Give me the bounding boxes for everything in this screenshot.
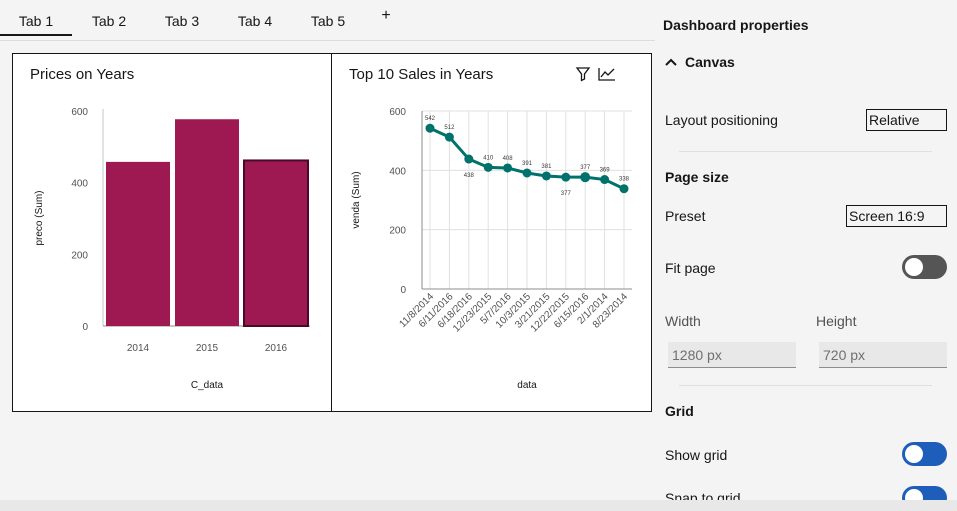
data-label: 391: [522, 161, 533, 167]
layout-positioning-label: Layout positioning: [665, 112, 778, 128]
data-point: [541, 171, 551, 181]
show-grid-toggle[interactable]: [902, 442, 947, 466]
fit-page-toggle[interactable]: [902, 255, 947, 279]
data-point: [580, 172, 591, 183]
properties-panel: Dashboard properties Canvas Layout posit…: [655, 0, 957, 511]
width-label: Width: [665, 313, 701, 329]
data-label: 410: [483, 155, 494, 161]
y-tick-label: 200: [389, 226, 406, 237]
tab-5[interactable]: Tab 5: [292, 0, 364, 36]
tab-bar: Tab 1 Tab 2 Tab 3 Tab 4 Tab 5 +: [0, 0, 655, 41]
divider: [679, 385, 932, 386]
y-tick-label: 0: [82, 322, 88, 333]
filter-icon[interactable]: [575, 67, 591, 82]
tab-1[interactable]: Tab 1: [0, 0, 72, 36]
data-point: [464, 154, 474, 164]
tab-3[interactable]: Tab 3: [146, 0, 218, 36]
width-input[interactable]: 1280 px: [668, 342, 796, 368]
x-axis-title: C_data: [191, 380, 224, 391]
bar-chart: 0 200 400 600 2014 2015 2016 C_data preco (Sum): [34, 107, 310, 391]
bar: [243, 159, 309, 327]
sales-widget[interactable]: Top 10 Sales in Years 0 200 400 600 542 11/8/…: [331, 53, 652, 412]
data-label: 408: [503, 156, 514, 162]
show-grid-label: Show grid: [665, 447, 728, 463]
data-label: 381: [541, 164, 552, 170]
preset-select[interactable]: Screen 16:9: [846, 205, 947, 227]
horizontal-scrollbar[interactable]: [0, 500, 957, 511]
height-label: Height: [816, 313, 857, 329]
x-axis-title: data: [517, 380, 537, 391]
dashboard-editor: Tab 1 Tab 2 Tab 3 Tab 4 Tab 5 + Prices o…: [0, 0, 957, 511]
x-tick-label: 2014: [127, 343, 150, 354]
data-label: 542: [425, 116, 436, 122]
y-tick-label: 400: [71, 179, 88, 190]
layout-positioning-select[interactable]: Relative: [866, 109, 947, 131]
data-label: 438: [464, 173, 475, 179]
data-point: [600, 175, 610, 185]
y-axis-title: preco (Sum): [34, 190, 45, 245]
bar: [106, 161, 170, 326]
y-tick-label: 400: [389, 166, 406, 177]
data-label: 512: [444, 125, 455, 131]
preset-label: Preset: [665, 208, 706, 224]
y-axis-title: venda (Sum): [351, 171, 362, 228]
x-tick-label: 2015: [196, 343, 219, 354]
data-label: 377: [561, 191, 572, 197]
widget-title: Prices on Years: [30, 66, 135, 83]
data-point: [444, 132, 454, 142]
y-tick-label: 600: [71, 107, 88, 118]
panel-title: Dashboard properties: [663, 17, 809, 33]
data-label: 369: [600, 168, 611, 174]
prices-widget[interactable]: Prices on Years 0 200 400 600 2014 2015 2016 C_…: [12, 53, 332, 412]
x-tick-label: 2016: [265, 343, 288, 354]
y-tick-label: 600: [389, 107, 406, 118]
data-point: [425, 123, 435, 133]
data-point: [561, 172, 571, 182]
line-chart-icon[interactable]: [598, 68, 615, 81]
data-label: 377: [580, 165, 591, 171]
canvas-section-toggle[interactable]: Canvas: [665, 54, 735, 70]
widget-toolbar: [575, 66, 617, 87]
data-point: [483, 162, 493, 172]
line-chart: 020040060054211/8/20145126/11/20164386/1…: [351, 107, 632, 391]
y-tick-label: 0: [400, 285, 406, 296]
canvas-section-label: Canvas: [685, 54, 735, 70]
widget-title: Top 10 Sales in Years: [349, 66, 494, 83]
y-tick-label: 200: [71, 250, 88, 261]
tab-4[interactable]: Tab 4: [219, 0, 291, 36]
tab-2[interactable]: Tab 2: [73, 0, 145, 36]
data-point: [619, 184, 629, 194]
divider: [679, 151, 932, 152]
chevron-up-icon: [665, 58, 677, 66]
page-size-heading: Page size: [665, 169, 729, 185]
data-point: [503, 163, 513, 173]
bar: [175, 119, 239, 326]
grid-heading: Grid: [665, 403, 694, 419]
height-input[interactable]: 720 px: [819, 342, 947, 368]
fit-page-label: Fit page: [665, 260, 716, 276]
data-label: 338: [619, 177, 630, 183]
data-point: [522, 168, 532, 178]
add-tab-button[interactable]: +: [378, 7, 394, 25]
